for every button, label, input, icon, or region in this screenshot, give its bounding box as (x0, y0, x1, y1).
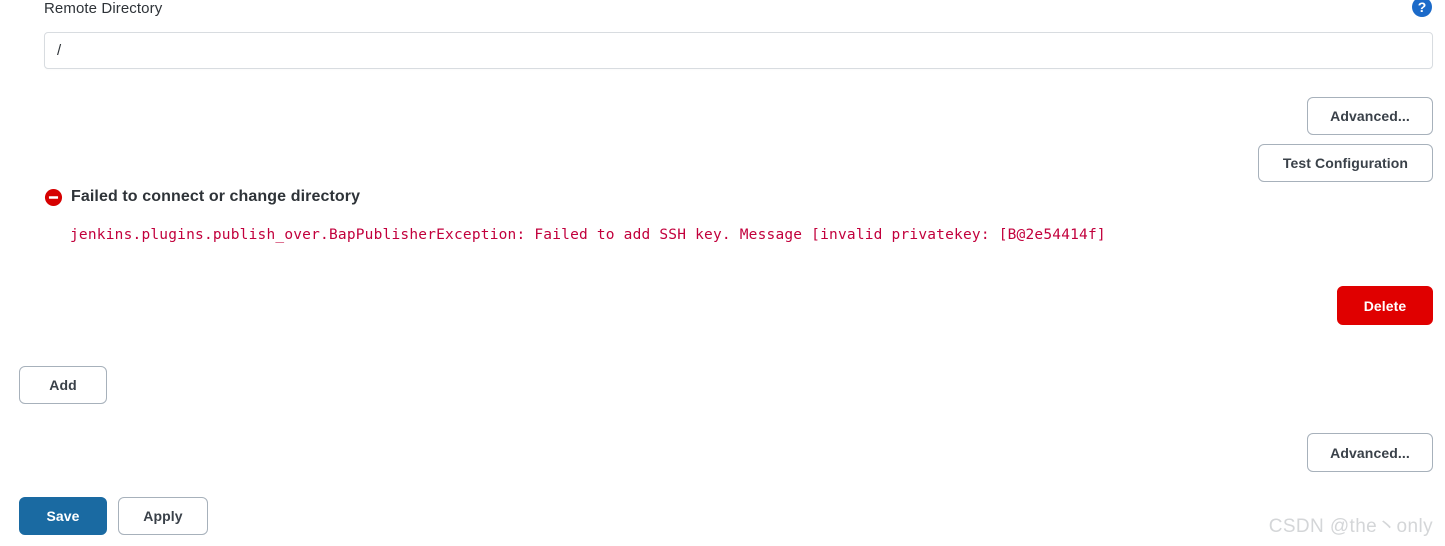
help-question-icon-svg: ? (1412, 0, 1432, 17)
save-button[interactable]: Save (19, 497, 107, 535)
remote-directory-field-group: Remote Directory ? (44, 0, 1432, 20)
add-button[interactable]: Add (19, 366, 107, 404)
connection-error-detail: jenkins.plugins.publish_over.BapPublishe… (70, 227, 1106, 243)
connection-error-title: Failed to connect or change directory (71, 188, 361, 205)
advanced-bottom-button[interactable]: Advanced... (1307, 433, 1433, 472)
apply-button[interactable]: Apply (118, 497, 208, 535)
remote-directory-label: Remote Directory (44, 0, 163, 17)
connection-error-block: Failed to connect or change directory je… (44, 185, 1401, 243)
help-question-icon[interactable]: ? (1411, 0, 1433, 18)
svg-text:?: ? (1418, 0, 1427, 15)
advanced-top-button[interactable]: Advanced... (1307, 97, 1433, 135)
remote-directory-input[interactable] (44, 32, 1433, 69)
csdn-watermark: CSDN @the丶only (1268, 516, 1433, 537)
error-denied-icon (44, 188, 63, 206)
test-configuration-button[interactable]: Test Configuration (1258, 144, 1433, 182)
connection-error-header: Failed to connect or change directory (44, 185, 1401, 209)
delete-button[interactable]: Delete (1337, 286, 1433, 325)
